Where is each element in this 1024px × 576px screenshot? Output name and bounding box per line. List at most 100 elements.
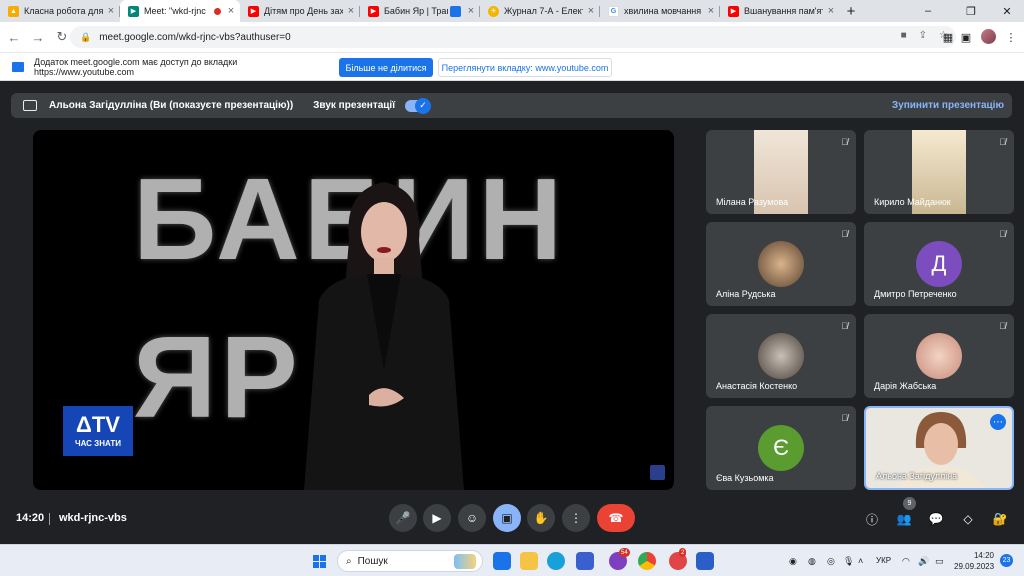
tab-title: Meet: "wkd-rjnc — [144, 6, 206, 16]
more-options-icon[interactable]: ⋯ — [990, 414, 1006, 430]
participant-name: Аліна Рудська — [716, 289, 776, 299]
profile-avatar[interactable] — [981, 29, 996, 44]
more-options-button[interactable]: ⋮ — [562, 504, 590, 532]
close-tab-icon[interactable]: × — [346, 5, 356, 17]
task-view-icon[interactable] — [493, 552, 511, 570]
participant-tile[interactable]: 🎙̸ Анастасія Костенко — [706, 314, 856, 398]
back-button[interactable]: ← — [4, 27, 24, 47]
close-tab-icon[interactable]: × — [826, 5, 836, 17]
meeting-details-button[interactable]: ⓘ — [863, 510, 881, 528]
share-icon[interactable]: ⇪ — [919, 30, 927, 41]
activities-button[interactable]: ◇ — [959, 510, 977, 528]
reload-button[interactable]: ↻ — [52, 27, 72, 47]
self-participant-tile[interactable]: ⋯ Альона Загідулліна — [864, 406, 1014, 490]
kebab-icon: ⋮ — [570, 511, 582, 525]
google-icon: G — [608, 5, 619, 17]
tab-title: Вшанування пам'яті — [744, 6, 823, 16]
notifications-badge[interactable]: 23 — [1000, 554, 1013, 567]
new-tab-button[interactable]: + — [840, 0, 862, 22]
reactions-button[interactable]: ☺ — [458, 504, 486, 532]
close-tab-icon[interactable]: × — [106, 5, 116, 17]
people-button[interactable]: 👥 — [895, 510, 913, 528]
minimize-button[interactable]: – — [911, 0, 945, 22]
raise-hand-button[interactable]: ✋ — [527, 504, 555, 532]
volume-icon[interactable]: 🔊 — [918, 556, 929, 567]
participant-tile[interactable]: 🎙̸ Дарія Жабська — [864, 314, 1014, 398]
search-highlight-image — [454, 554, 476, 569]
meet-icon: ▶ — [128, 5, 139, 17]
tab-sharing-infobar: Додаток meet.google.com має доступ до вк… — [0, 52, 1024, 81]
youtube-icon: ▶ — [368, 5, 379, 17]
word-icon[interactable] — [696, 552, 714, 570]
participant-tile[interactable]: 🎙̸ Мілана Разумова — [706, 130, 856, 214]
info-icon: ⓘ — [865, 512, 878, 527]
stop-sharing-button[interactable]: Більше не ділитися — [339, 58, 433, 77]
viber-tray-icon[interactable]: ◉ — [789, 556, 797, 567]
chrome-tray-icon[interactable]: ◎ — [827, 556, 835, 567]
close-tab-icon[interactable]: × — [466, 5, 476, 17]
shapes-icon: ◇ — [963, 512, 973, 526]
chevron-up-icon[interactable]: ˄ — [858, 556, 863, 566]
tab-classroom[interactable]: ▲ Класна робота для з × — [0, 0, 120, 22]
host-controls-button[interactable]: 🔐 — [991, 510, 1009, 528]
camera-button[interactable]: ▶ — [423, 504, 451, 532]
tray-app-icon[interactable]: ◍ — [808, 556, 816, 567]
address-bar[interactable]: 🔒 meet.google.com/wkd-rjnc-vbs?authuser=… — [70, 26, 956, 48]
participant-tile[interactable]: 🎙̸ Аліна Рудська — [706, 222, 856, 306]
title-line-2: ЯР — [133, 312, 302, 442]
url-text: meet.google.com/wkd-rjnc-vbs?authuser=0 — [99, 31, 291, 43]
clock-time: 14:20 — [973, 551, 994, 560]
close-tab-icon[interactable]: × — [706, 5, 716, 17]
menu-kebab-icon[interactable]: ⋮ — [1001, 26, 1021, 48]
participant-avatar-photo — [758, 333, 804, 379]
tab-title: хвилина мовчання — [624, 6, 702, 16]
system-clock[interactable]: 14:20 29.09.2023 — [954, 550, 994, 572]
microphone-tray-icon[interactable]: 🎙 — [843, 556, 854, 567]
view-tab-button[interactable]: Переглянути вкладку: www.youtube.com — [438, 58, 612, 77]
mic-off-icon: 🎙̸ — [841, 229, 848, 239]
present-button[interactable]: ▣ — [493, 504, 521, 532]
forward-button[interactable]: → — [28, 27, 48, 47]
chrome-icon[interactable] — [638, 552, 656, 570]
windows-taskbar: ⌕ Пошук 54 2 ◉ ◍ ◎ 🎙 ˄ УКР ◠ 🔊 ▭ 14:20 2… — [0, 544, 1024, 576]
presented-video[interactable]: БАБИН ЯР ΔTV ЧАС ЗНАТИ — [33, 130, 674, 490]
restore-button[interactable]: ❐ — [954, 0, 988, 22]
side-panel-icon[interactable]: ▣ — [956, 26, 976, 48]
presenter-label: Альона Загідулліна (Ви (показуєте презен… — [49, 100, 294, 111]
extensions-icon[interactable]: ▦ — [938, 26, 958, 48]
participant-tile[interactable]: Є 🎙̸ Єва Кузьомка — [706, 406, 856, 490]
camera-in-use-icon[interactable]: ■ — [901, 30, 907, 41]
windows-start-button[interactable] — [313, 555, 326, 568]
file-explorer-icon[interactable] — [520, 552, 538, 570]
participant-tile[interactable]: Д 🎙̸ Дмитро Петреченко — [864, 222, 1014, 306]
lock-person-icon: 🔐 — [992, 512, 1008, 526]
close-tab-icon[interactable]: × — [226, 5, 236, 17]
hand-icon: ✋ — [533, 511, 549, 525]
tab-journal[interactable]: ☀ Журнал 7-А - Електр × — [480, 0, 600, 22]
stop-presenting-button[interactable]: Зупинити презентацію — [892, 100, 1004, 111]
tab-youtube-babyn-yar[interactable]: ▶ Бабин Яр | Траге × — [360, 0, 480, 22]
taskbar-search[interactable]: ⌕ Пошук — [337, 550, 483, 572]
input-language[interactable]: УКР — [876, 556, 891, 565]
mic-off-icon: 🎙̸ — [999, 229, 1006, 239]
tab-youtube-memory[interactable]: ▶ Вшанування пам'яті × — [720, 0, 840, 22]
close-window-button[interactable]: ✕ — [990, 0, 1024, 22]
participant-name: Мілана Разумова — [716, 197, 789, 207]
tab-title: Журнал 7-А - Електр — [504, 6, 583, 16]
wifi-icon[interactable]: ◠ — [902, 556, 910, 567]
tab-title: Класна робота для з — [24, 6, 103, 16]
mic-off-icon: 🎙̸ — [841, 321, 848, 331]
leave-call-button[interactable]: ☎ — [597, 504, 635, 532]
microphone-button[interactable]: 🎤 — [389, 504, 417, 532]
tab-youtube-children[interactable]: ▶ Дітям про День захи × — [240, 0, 360, 22]
tab-meet[interactable]: ▶ Meet: "wkd-rjnc × — [120, 0, 240, 22]
tab-google-search[interactable]: G хвилина мовчання × — [600, 0, 720, 22]
battery-icon[interactable]: ▭ — [935, 556, 944, 567]
participant-tile[interactable]: 🎙̸ Кирило Майданюк — [864, 130, 1014, 214]
store-icon[interactable] — [576, 552, 594, 570]
close-tab-icon[interactable]: × — [586, 5, 596, 17]
chat-button[interactable]: 💬 — [927, 510, 945, 528]
presentation-sound-toggle[interactable]: ✓ — [405, 97, 432, 114]
edge-icon[interactable] — [547, 552, 565, 570]
viber-badge: 54 — [619, 548, 630, 557]
